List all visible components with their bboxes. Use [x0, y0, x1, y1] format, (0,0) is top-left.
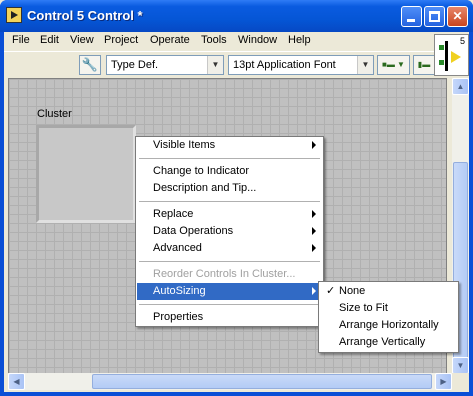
autosizing-submenu: ✓ None Size to Fit Arrange Horizontally …	[318, 281, 459, 353]
submenu-arrow-icon	[312, 210, 316, 218]
menu-item-description-and-tip[interactable]: Description and Tip...	[137, 180, 322, 197]
chevron-down-icon[interactable]: ▼	[207, 56, 223, 74]
submenu-item-label: None	[339, 285, 366, 297]
scroll-right-button[interactable]: ▶	[435, 373, 452, 390]
menu-item-data-operations[interactable]: Data Operations	[137, 223, 322, 240]
cluster-control[interactable]	[36, 125, 136, 223]
menu-window[interactable]: Window	[238, 34, 277, 46]
context-menu: Visible Items Change to Indicator Descri…	[135, 136, 324, 327]
menu-item-label: Reorder Controls In Cluster...	[153, 268, 296, 280]
scroll-left-button[interactable]: ◀	[8, 373, 25, 390]
menu-help[interactable]: Help	[288, 34, 311, 46]
menu-view[interactable]: View	[70, 34, 94, 46]
align-objects-button[interactable]: ■▬ ▼	[377, 55, 410, 75]
typedef-dropdown-value: Type Def.	[111, 59, 159, 71]
menu-edit[interactable]: Edit	[40, 34, 59, 46]
terminal-square	[439, 60, 444, 65]
distribute-objects-button[interactable]: ▮▬	[413, 55, 435, 75]
close-icon: ✕	[452, 9, 463, 23]
scroll-up-button[interactable]: ▲	[452, 78, 469, 95]
submenu-item-label: Arrange Vertically	[339, 336, 426, 348]
terminal-square	[439, 45, 444, 50]
submenu-arrow-icon	[312, 141, 316, 149]
menu-separator	[139, 261, 320, 262]
menu-separator	[139, 304, 320, 305]
menu-item-replace[interactable]: Replace	[137, 206, 322, 223]
menu-item-label: Visible Items	[153, 139, 216, 151]
submenu-item-label: Arrange Horizontally	[339, 319, 439, 331]
menu-item-advanced[interactable]: Advanced	[137, 240, 322, 257]
submenu-item-none[interactable]: ✓ None	[320, 283, 457, 300]
menu-separator	[139, 158, 320, 159]
menu-separator	[139, 201, 320, 202]
minimize-icon	[407, 19, 415, 22]
labview-vi-icon	[6, 7, 22, 23]
horizontal-scroll-thumb[interactable]	[92, 374, 432, 389]
font-dropdown[interactable]: 13pt Application Font ▼	[228, 55, 374, 75]
menu-item-label: Data Operations	[153, 225, 234, 237]
title-bar[interactable]: Control 5 Control * ✕	[0, 0, 473, 32]
menu-tools[interactable]: Tools	[201, 34, 227, 46]
typedef-dropdown[interactable]: Type Def. ▼	[106, 55, 224, 75]
close-button[interactable]: ✕	[447, 6, 468, 27]
play-triangle-icon	[451, 51, 461, 63]
menu-item-properties[interactable]: Properties	[137, 309, 322, 326]
menu-item-label: Properties	[153, 311, 204, 323]
maximize-icon	[429, 11, 440, 22]
maximize-button[interactable]	[424, 6, 445, 27]
menu-file[interactable]: File	[12, 34, 30, 46]
window-title: Control 5 Control *	[27, 8, 143, 23]
submenu-item-size-to-fit[interactable]: Size to Fit	[320, 300, 457, 317]
scroll-down-button[interactable]: ▼	[452, 357, 469, 374]
menu-item-label: Change to Indicator	[153, 165, 250, 177]
menu-project[interactable]: Project	[104, 34, 138, 46]
menu-item-label: Replace	[153, 208, 194, 220]
submenu-item-arrange-horizontally[interactable]: Arrange Horizontally	[320, 317, 457, 334]
connector-pane-bar	[445, 41, 448, 71]
wrench-icon[interactable]: 🔧	[79, 55, 101, 75]
menu-bar: File Edit View Project Operate Tools Win…	[4, 32, 469, 50]
distribute-objects-icon: ▮▬	[417, 60, 431, 69]
submenu-arrow-icon	[312, 244, 316, 252]
menu-item-label: Advanced	[153, 242, 202, 254]
font-dropdown-value: 13pt Application Font	[233, 59, 336, 71]
submenu-item-arrange-vertically[interactable]: Arrange Vertically	[320, 334, 457, 351]
connector-pane-number: 5	[459, 36, 465, 46]
chevron-down-icon[interactable]: ▼	[357, 56, 373, 74]
menu-operate[interactable]: Operate	[150, 34, 190, 46]
submenu-arrow-icon	[312, 227, 316, 235]
resize-grip[interactable]	[452, 373, 469, 390]
menu-item-visible-items[interactable]: Visible Items	[137, 137, 322, 154]
menu-item-label: Description and Tip...	[153, 182, 257, 194]
checkmark-icon: ✓	[326, 285, 336, 297]
menu-item-reorder-controls: Reorder Controls In Cluster...	[137, 266, 322, 283]
submenu-arrow-icon	[312, 287, 316, 295]
menu-item-change-to-indicator[interactable]: Change to Indicator	[137, 163, 322, 180]
horizontal-scrollbar[interactable]: ◀ ▶	[8, 373, 452, 390]
submenu-item-label: Size to Fit	[339, 302, 388, 314]
align-objects-icon: ■▬ ▼	[382, 60, 405, 69]
toolbar: 🔧 Type Def. ▼ 13pt Application Font ▼ ■▬…	[4, 51, 435, 77]
minimize-button[interactable]	[401, 6, 422, 27]
menu-item-label: AutoSizing	[153, 285, 206, 297]
menu-item-autosizing[interactable]: AutoSizing	[137, 283, 322, 300]
connector-pane-icon[interactable]: 5	[434, 34, 469, 76]
cluster-label[interactable]: Cluster	[37, 108, 72, 120]
